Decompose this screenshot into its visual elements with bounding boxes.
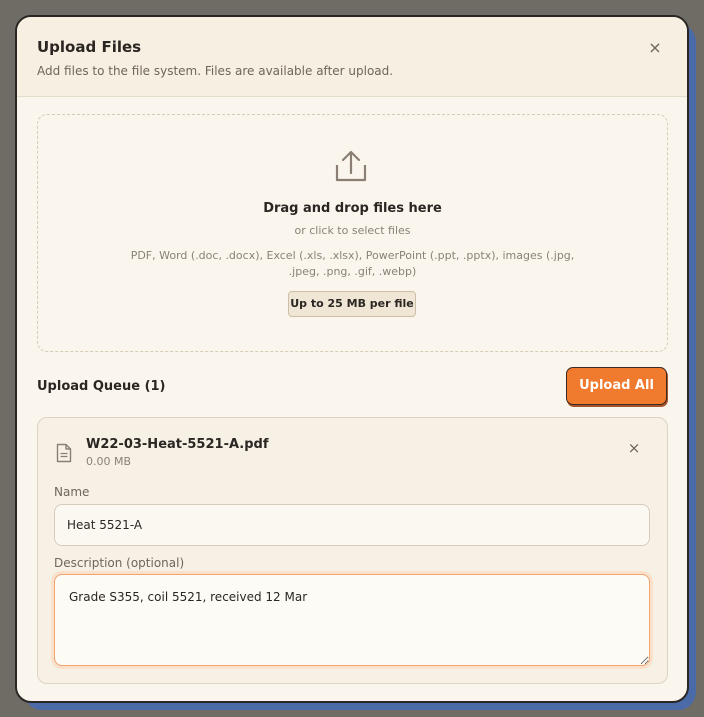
dialog-title: Upload Files bbox=[37, 38, 142, 56]
file-name: W22-03-Heat-5521-A.pdf bbox=[86, 437, 269, 452]
name-field-label: Name bbox=[54, 485, 90, 499]
upload-all-button[interactable]: Upload All bbox=[566, 367, 667, 405]
upload-icon bbox=[335, 150, 367, 182]
dropzone-subtitle: or click to select files bbox=[294, 224, 411, 237]
file-dropzone[interactable]: Drag and drop files here or click to sel… bbox=[37, 114, 668, 352]
name-field[interactable] bbox=[54, 504, 650, 546]
file-size: 0.00 MB bbox=[86, 455, 132, 468]
close-icon[interactable]: × bbox=[647, 40, 663, 56]
document-icon bbox=[56, 443, 72, 463]
description-field[interactable]: Grade S355, coil 5521, received 12 Mar bbox=[54, 574, 650, 666]
upload-files-dialog: Upload Files Add files to the file syste… bbox=[15, 15, 689, 703]
description-field-label: Description (optional) bbox=[54, 556, 185, 570]
dropzone-title: Drag and drop files here bbox=[263, 201, 442, 216]
upload-queue-title: Upload Queue (1) bbox=[37, 379, 166, 394]
accepted-file-types: PDF, Word (.doc, .docx), Excel (.xls, .x… bbox=[130, 249, 575, 278]
dialog-header: Upload Files Add files to the file syste… bbox=[17, 17, 687, 97]
queued-file-card: W22-03-Heat-5521-A.pdf 0.00 MB × Name De… bbox=[37, 417, 668, 684]
size-limit-badge: Up to 25 MB per file bbox=[288, 291, 416, 317]
dialog-subtitle: Add files to the file system. Files are … bbox=[37, 64, 394, 78]
remove-file-icon[interactable]: × bbox=[627, 441, 641, 456]
